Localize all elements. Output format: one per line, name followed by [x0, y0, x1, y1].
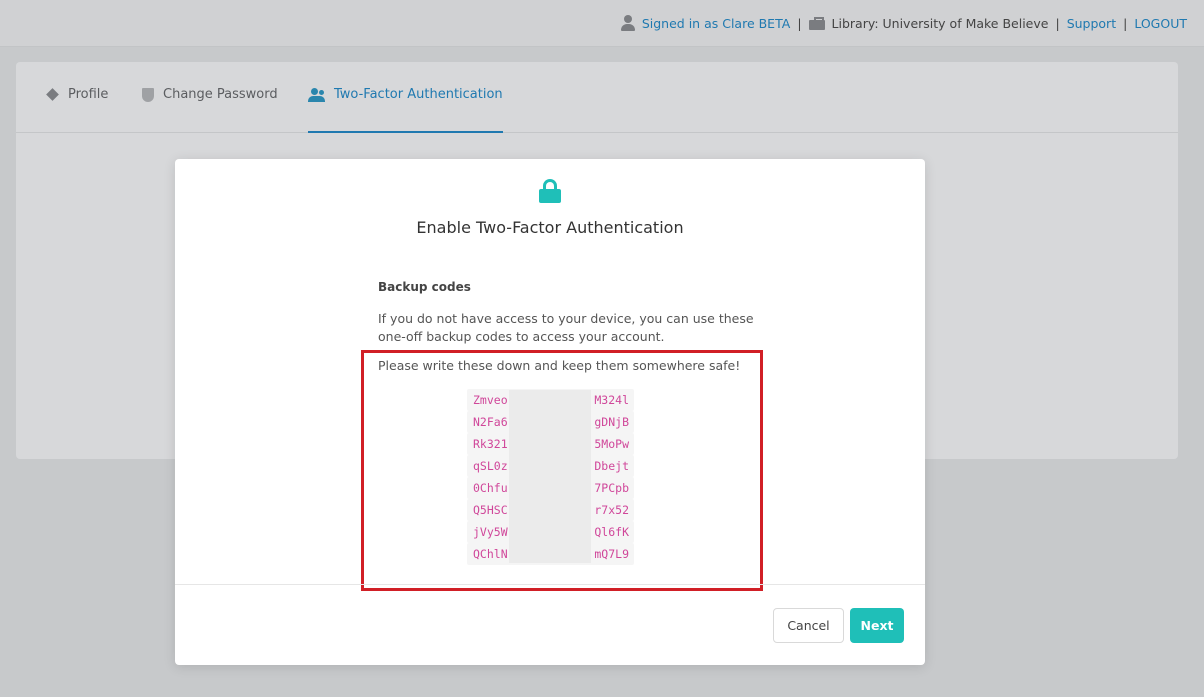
signed-in-link[interactable]: Signed in as Clare BETA	[642, 16, 790, 31]
cancel-button[interactable]: Cancel	[773, 608, 844, 643]
next-button[interactable]: Next	[850, 608, 904, 643]
briefcase-icon	[808, 16, 825, 30]
separator: |	[797, 15, 802, 31]
separator: |	[1055, 15, 1060, 31]
separator: |	[1123, 15, 1128, 31]
tab-bar: Profile Change Password Two-Factor Authe…	[16, 62, 1178, 133]
annotation-highlight-box	[361, 350, 763, 591]
account-bar: Signed in as Clare BETA | Library: Unive…	[620, 12, 1187, 34]
tab-label: Profile	[68, 87, 109, 102]
backup-codes-heading: Backup codes	[378, 280, 471, 294]
support-link[interactable]: Support	[1067, 16, 1116, 31]
lock-icon	[539, 179, 561, 203]
backup-codes-description: If you do not have access to your device…	[378, 311, 754, 344]
users-icon	[308, 88, 326, 102]
layers-icon	[46, 88, 60, 102]
tab-profile[interactable]: Profile	[46, 87, 108, 133]
tab-label: Two-Factor Authentication	[334, 87, 503, 102]
top-bar: Signed in as Clare BETA | Library: Unive…	[0, 0, 1204, 47]
user-icon	[620, 15, 635, 31]
enable-2fa-modal: Enable Two-Factor Authentication Backup …	[175, 159, 925, 665]
tab-label: Change Password	[163, 87, 278, 102]
modal-title: Enable Two-Factor Authentication	[416, 218, 684, 237]
tab-two-factor-authentication[interactable]: Two-Factor Authentication	[308, 87, 503, 133]
shield-icon	[141, 88, 155, 102]
footer-divider	[175, 584, 925, 585]
logout-link[interactable]: LOGOUT	[1134, 16, 1187, 31]
library-label: Library: University of Make Believe	[831, 15, 1049, 31]
tab-change-password[interactable]: Change Password	[141, 87, 278, 133]
